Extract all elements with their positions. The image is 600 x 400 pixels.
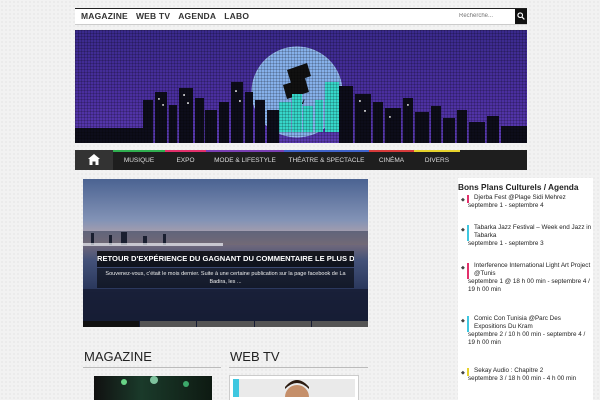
event-name[interactable]: Comic Con Tunisia @Parc Des Expositions … xyxy=(470,315,593,331)
nav-label: DIVERS xyxy=(424,156,450,164)
topnav-agenda[interactable]: AGENDA xyxy=(178,11,224,21)
event-item[interactable]: ◆ Sekay Audio : Chapitre 2 septembre 3 /… xyxy=(458,367,593,393)
nav-stripe xyxy=(369,150,414,152)
event-date: septembre 1 - septembre 3 xyxy=(468,240,544,247)
nav-item-expo[interactable]: EXPO xyxy=(165,150,206,170)
nav-stripe xyxy=(165,150,206,152)
slider-dot[interactable] xyxy=(311,321,369,327)
event-date: septembre 1 @ 18 h 00 min - septembre 4 … xyxy=(468,278,590,293)
search-button[interactable] xyxy=(515,9,527,24)
nav-label: EXPO xyxy=(176,156,195,164)
nav-stripe xyxy=(113,150,165,152)
event-date: septembre 2 / 10 h 00 min - septembre 4 … xyxy=(468,331,586,346)
slide-title[interactable]: RETOUR D'EXPÉRIENCE DU GAGNANT DU COMMEN… xyxy=(97,251,354,267)
event-item[interactable]: ◆ Interference International Light Art P… xyxy=(458,262,593,315)
nav-item-theatre-spectacle[interactable]: THÉATRE & SPECTACLE xyxy=(284,150,369,170)
agenda-sidebar: Bons Plans Culturels / Agenda ◆ Djerba F… xyxy=(458,178,593,400)
nav-label: MUSIQUE xyxy=(123,156,155,164)
bullet-icon: ◆ xyxy=(461,370,465,376)
event-color-bar xyxy=(467,316,469,332)
nav-item-mode-lifestyle[interactable]: MODE & LIFESTYLE xyxy=(206,150,284,170)
video-image xyxy=(233,379,355,397)
slider-dot[interactable] xyxy=(83,321,140,327)
nav-item-cinema[interactable]: CINÉMA xyxy=(369,150,414,170)
header-banner[interactable]: TV xyxy=(75,30,527,143)
slider-dot[interactable] xyxy=(197,321,254,327)
event-color-bar xyxy=(467,263,469,279)
webtv-thumbnail[interactable] xyxy=(230,376,358,400)
event-name[interactable]: Sekay Audio : Chapitre 2 xyxy=(470,367,593,375)
home-icon xyxy=(88,154,100,165)
topnav-magazine[interactable]: MAGAZINE xyxy=(81,11,136,21)
slider-dot[interactable] xyxy=(140,321,197,327)
bullet-icon: ◆ xyxy=(461,227,465,233)
event-name[interactable]: Interference International Light Art Pro… xyxy=(470,262,593,278)
banner-texture xyxy=(75,30,527,143)
nav-stripe xyxy=(414,150,460,152)
nav-label: THÉATRE & SPECTACLE xyxy=(288,156,365,164)
webtv-section-title[interactable]: WEB TV xyxy=(230,349,280,364)
home-button[interactable] xyxy=(75,150,113,170)
top-nav: MAGAZINE WEB TV AGENDA LABO xyxy=(81,11,257,21)
event-color-bar xyxy=(467,195,469,203)
main-nav: MUSIQUE EXPO MODE & LIFESTYLE THÉATRE & … xyxy=(75,150,527,170)
section-divider xyxy=(229,367,368,368)
magazine-thumbnail[interactable] xyxy=(94,376,212,400)
search-input[interactable] xyxy=(457,11,515,22)
nav-stripe xyxy=(206,150,284,152)
magazine-section-title[interactable]: MAGAZINE xyxy=(84,349,152,364)
nav-item-divers[interactable]: DIVERS xyxy=(414,150,460,170)
event-name[interactable]: Tabarka Jazz Festival – Week end Jazz in… xyxy=(470,224,593,240)
event-color-bar xyxy=(467,225,469,241)
event-item[interactable]: ◆ Djerba Fest @Plage Sidi Mehrez septemb… xyxy=(458,194,593,224)
event-item[interactable]: ◆ Comic Con Tunisia @Parc Des Exposition… xyxy=(458,315,593,367)
event-name[interactable]: Djerba Fest @Plage Sidi Mehrez xyxy=(470,194,593,202)
topnav-labo[interactable]: LABO xyxy=(224,11,257,21)
slide-excerpt: Souvenez-vous, c'était le mois dernier. … xyxy=(97,268,354,288)
nav-stripe xyxy=(284,150,369,152)
nav-item-musique[interactable]: MUSIQUE xyxy=(113,150,165,170)
search-icon xyxy=(517,12,525,20)
section-divider xyxy=(83,367,221,368)
bullet-icon: ◆ xyxy=(461,318,465,324)
event-list: ◆ Djerba Fest @Plage Sidi Mehrez septemb… xyxy=(458,194,593,393)
event-color-bar xyxy=(467,368,469,376)
nav-label: MODE & LIFESTYLE xyxy=(214,156,276,164)
event-item[interactable]: ◆ Tabarka Jazz Festival – Week end Jazz … xyxy=(458,224,593,262)
slider-pager xyxy=(83,321,369,327)
concert-image xyxy=(121,376,189,387)
slider-dot[interactable] xyxy=(254,321,311,327)
bullet-icon: ◆ xyxy=(461,197,465,203)
featured-slider[interactable]: RETOUR D'EXPÉRIENCE DU GAGNANT DU COMMEN… xyxy=(83,179,368,327)
top-bar: MAGAZINE WEB TV AGENDA LABO xyxy=(75,8,527,25)
event-date: septembre 1 - septembre 4 xyxy=(468,202,544,209)
event-date: septembre 3 / 18 h 00 min - 4 h 00 min xyxy=(468,375,577,382)
nav-label: CINÉMA xyxy=(378,156,405,164)
bullet-icon: ◆ xyxy=(461,265,465,271)
topnav-webtv[interactable]: WEB TV xyxy=(136,11,178,21)
sidebar-title: Bons Plans Culturels / Agenda xyxy=(458,182,579,192)
